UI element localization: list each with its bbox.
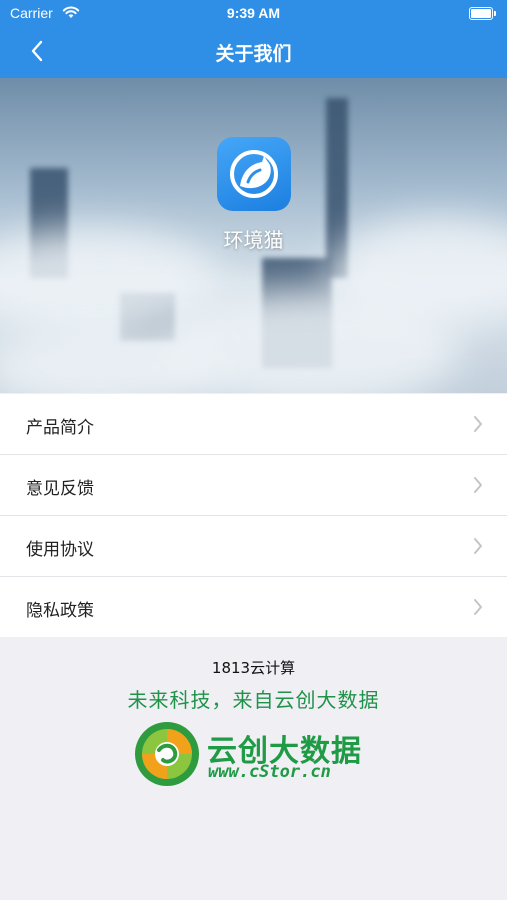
page-title: 关于我们 [215,43,292,65]
chevron-right-icon [473,537,483,559]
company-name: 1813云计算 [211,659,296,677]
chevron-right-icon [473,598,483,620]
status-time: 9:39 AM [226,5,281,21]
cstor-logo-icon [133,720,201,788]
chevron-right-icon [473,415,483,437]
app-name: 环境猫 [223,228,284,252]
menu-item-product-intro[interactable]: 产品简介 [0,394,507,455]
status-bar: Carrier 9:39 AM [0,0,507,28]
menu-item-terms[interactable]: 使用协议 [0,516,507,577]
menu-item-label: 隐私政策 [26,601,94,621]
nav-bar: 关于我们 [0,30,507,74]
menu-item-feedback[interactable]: 意见反馈 [0,455,507,516]
menu-item-label: 使用协议 [26,540,94,560]
chevron-right-icon [473,476,483,498]
hero-banner: 环境猫 [0,78,507,393]
menu-item-label: 意见反馈 [26,479,94,499]
logo-url: www.cStor.cn [208,762,331,782]
menu-item-label: 产品简介 [26,418,94,438]
app-icon [217,137,291,211]
about-menu: 产品简介 意见反馈 使用协议 隐私政策 [0,394,507,637]
company-slogan: 未来科技，来自云创大数据 [127,688,380,712]
battery-icon [469,7,496,20]
menu-item-privacy[interactable]: 隐私政策 [0,577,507,637]
cat-logo-icon [230,150,278,198]
header: Carrier 9:39 AM 关于我们 [0,0,507,78]
